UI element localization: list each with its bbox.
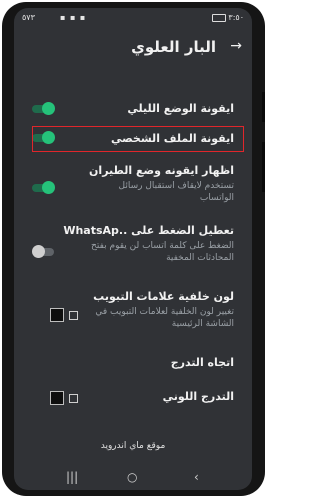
- volume-button: [262, 92, 265, 122]
- setting-label: ايقونة الوضع الليلي: [127, 102, 234, 115]
- screen: ٥٧٣ ▪ ▪ ▪ ٣:٥٠ → البار العلوي ايقونة الو…: [14, 8, 252, 490]
- footer-watermark: موقع ماي اندرويد: [100, 441, 166, 451]
- setting-label: اظهار ايقونه وضع الطيران: [89, 164, 234, 177]
- back-nav-icon[interactable]: ‹: [194, 470, 199, 484]
- setting-description: الضغط على كلمة اتساب لن يقوم بفتح المحاد…: [91, 241, 234, 263]
- toggle-knob: [42, 102, 55, 115]
- home-icon[interactable]: ○: [127, 470, 137, 484]
- setting-label: تعطيل الضغط على ..WhatsAp: [63, 224, 234, 237]
- setting-description: تغيير لون الخلفية لعلامات التبويب في الش…: [95, 307, 234, 329]
- setting-label: لون خلفية علامات التبويب: [93, 290, 234, 303]
- setting-label: اتجاه التدرج: [170, 356, 234, 369]
- battery-icon: [211, 13, 226, 22]
- phone-frame: ٥٧٣ ▪ ▪ ▪ ٣:٥٠ → البار العلوي ايقونة الو…: [2, 2, 265, 496]
- back-arrow-icon[interactable]: →: [230, 38, 242, 54]
- signal-text: ٥٧٣: [22, 13, 35, 22]
- airplane-mode-icon-toggle[interactable]: [32, 181, 55, 194]
- disable-whatsapp-press-toggle[interactable]: [32, 245, 54, 258]
- color-swatch[interactable]: [50, 308, 64, 322]
- toggle-knob: [32, 245, 45, 258]
- navigation-bar: ||| ○ ‹: [14, 466, 252, 490]
- status-bar: ٥٧٣ ▪ ▪ ▪ ٣:٥٠: [14, 8, 252, 26]
- setting-row-airplane-mode-icon[interactable]: اظهار ايقونه وضع الطيران تستخدم لايقاف ا…: [14, 162, 252, 208]
- highlight-box: [32, 126, 244, 152]
- setting-row-gradient-direction[interactable]: اتجاه التدرج: [14, 354, 252, 374]
- setting-row-disable-whatsapp-press[interactable]: تعطيل الضغط على ..WhatsAp الضغط على كلمة…: [14, 222, 252, 268]
- night-mode-icon-toggle[interactable]: [32, 102, 55, 115]
- setting-row-night-mode-icon[interactable]: ايقونة الوضع الليلي: [14, 98, 252, 120]
- page-title: البار العلوي: [131, 38, 216, 56]
- color-checkbox[interactable]: [69, 394, 78, 403]
- recent-apps-icon[interactable]: |||: [66, 470, 78, 484]
- setting-row-color-gradient[interactable]: التدرج اللوني: [14, 386, 252, 408]
- notification-icons: ▪ ▪ ▪: [60, 13, 87, 22]
- clock: ٣:٥٠: [211, 13, 244, 22]
- color-swatch[interactable]: [50, 391, 64, 405]
- color-checkbox[interactable]: [69, 311, 78, 320]
- setting-label: التدرج اللوني: [162, 390, 234, 403]
- power-button: [262, 142, 265, 192]
- top-app-bar: → البار العلوي: [14, 30, 252, 66]
- toggle-knob: [42, 181, 55, 194]
- setting-row-tab-background-color[interactable]: لون خلفية علامات التبويب تغيير لون الخلف…: [14, 288, 252, 340]
- time-text: ٣:٥٠: [228, 13, 244, 22]
- setting-description: تستخدم لايقاف استقبال رسائل الواتساب: [118, 181, 234, 203]
